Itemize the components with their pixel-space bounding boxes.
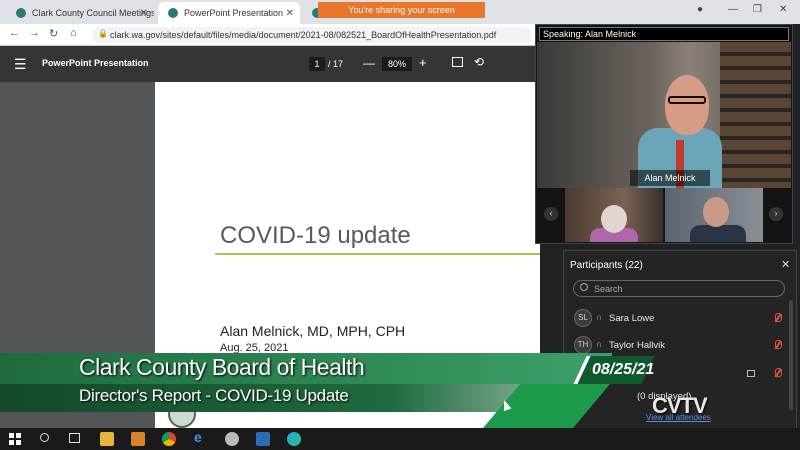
- windows-taskbar: [0, 428, 800, 450]
- participant-name[interactable]: Taylor Hallvik: [609, 340, 665, 351]
- tab-label: PowerPoint Presentation: [184, 8, 284, 18]
- task-view-icon[interactable]: [69, 433, 80, 443]
- avatar: TH: [574, 336, 592, 354]
- home-icon[interactable]: ⌂: [70, 27, 77, 39]
- close-window-icon[interactable]: ✕: [779, 4, 787, 15]
- slide-divider: [215, 253, 540, 255]
- media-player-icon[interactable]: [131, 432, 145, 446]
- avatar: SL: [574, 309, 592, 327]
- close-tab-icon[interactable]: ✕: [140, 8, 148, 19]
- broadcast-title: Clark County Board of Health: [79, 354, 365, 380]
- speaking-name: Alan Melnick: [585, 29, 637, 39]
- forward-icon[interactable]: →: [29, 27, 40, 39]
- fit-to-page-icon[interactable]: [452, 57, 463, 67]
- file-explorer-icon[interactable]: [100, 432, 114, 446]
- screen-sharing-banner[interactable]: You're sharing your screen: [318, 2, 485, 18]
- browser-tab-powerpoint[interactable]: PowerPoint Presentation ✕: [158, 2, 300, 24]
- lock-icon[interactable]: 🔒: [98, 29, 108, 38]
- browser-tab-council-meetings[interactable]: Clark County Council Meetings | ✕: [6, 2, 154, 24]
- close-tab-icon[interactable]: ✕: [286, 8, 294, 19]
- page-number-input[interactable]: 1: [309, 57, 325, 71]
- chrome-icon[interactable]: [162, 432, 176, 446]
- bookshelf-background: [720, 42, 791, 188]
- back-icon[interactable]: ←: [9, 27, 20, 39]
- restore-icon[interactable]: ❐: [753, 4, 762, 15]
- search-icon: [580, 283, 588, 291]
- speaker-figure: [668, 96, 706, 104]
- hamburger-menu-icon[interactable]: ☰: [14, 56, 27, 73]
- edge-icon[interactable]: [287, 432, 301, 446]
- participants-header: Participants (22): [570, 260, 643, 271]
- outlook-icon[interactable]: [256, 432, 270, 446]
- taskbar-app-icon[interactable]: [225, 432, 239, 446]
- headset-icon: ∩: [596, 312, 603, 322]
- mic-muted-icon[interactable]: [774, 340, 782, 350]
- participant-name[interactable]: Sara Lowe: [609, 313, 654, 324]
- zoom-level-input[interactable]: 80%: [382, 57, 412, 71]
- mic-muted-icon[interactable]: [774, 368, 782, 378]
- broadcast-date: 08/25/21: [592, 361, 655, 378]
- participant-figure: [690, 225, 746, 242]
- speaking-label: Speaking:: [543, 29, 584, 39]
- page-total: / 17: [328, 59, 344, 69]
- reload-icon[interactable]: ↻: [49, 27, 58, 40]
- broadcast-subtitle: Director's Report - COVID-19 Update: [79, 386, 349, 405]
- slide-title: COVID-19 update: [220, 222, 411, 249]
- headset-icon: ∩: [596, 339, 603, 349]
- taskbar-search-icon[interactable]: [40, 433, 49, 442]
- pdf-title: PowerPoint Presentation: [42, 58, 149, 68]
- camera-icon[interactable]: [747, 370, 755, 377]
- site-favicon-icon: [16, 8, 26, 18]
- previous-video-button[interactable]: ‹: [544, 207, 558, 221]
- site-favicon-icon: [168, 8, 178, 18]
- speaker-figure: [665, 75, 709, 135]
- close-panel-icon[interactable]: ✕: [781, 258, 790, 271]
- speaking-indicator: Speaking: Alan Melnick: [539, 27, 789, 41]
- participants-scrollbar[interactable]: [789, 300, 793, 410]
- rotate-icon[interactable]: ⟲: [474, 55, 484, 69]
- participant-figure: [601, 205, 627, 233]
- url-field[interactable]: clark.wa.gov/sites/default/files/media/d…: [92, 27, 532, 43]
- minimize-icon[interactable]: —: [728, 4, 738, 15]
- tab-label: Clark County Council Meetings |: [32, 8, 154, 18]
- mic-muted-icon[interactable]: [774, 313, 782, 323]
- profile-icon[interactable]: ●: [697, 4, 703, 15]
- internet-explorer-icon[interactable]: e: [194, 429, 202, 445]
- video-name-tag: Alan Melnick: [630, 170, 710, 186]
- cvtv-logo: CVTV: [652, 393, 708, 418]
- zoom-in-icon[interactable]: +: [419, 55, 427, 70]
- windows-start-icon[interactable]: [9, 433, 21, 445]
- next-video-button[interactable]: ›: [769, 207, 783, 221]
- slide-presenter: Alan Melnick, MD, MPH, CPH: [220, 323, 406, 339]
- participant-figure: [703, 197, 729, 227]
- participant-search-input[interactable]: [594, 281, 774, 296]
- zoom-out-icon[interactable]: —: [363, 56, 375, 70]
